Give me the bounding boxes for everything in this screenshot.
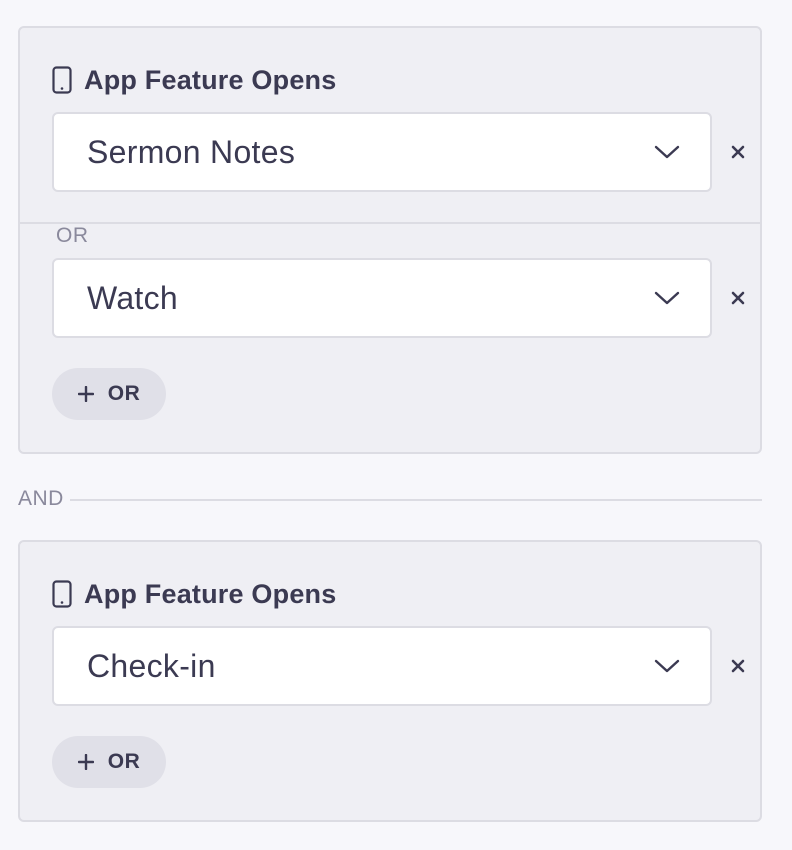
- add-or-label: OR: [107, 382, 141, 405]
- group-header: App Feature Opens: [52, 64, 336, 96]
- close-icon: [731, 291, 745, 305]
- close-icon: [731, 659, 745, 673]
- or-separator-label: OR: [54, 224, 91, 248]
- phone-icon: [52, 580, 72, 608]
- condition-row: Check-in: [52, 626, 772, 706]
- condition-group-2: App Feature Opens Check-in OR: [18, 540, 762, 822]
- phone-icon: [52, 66, 72, 94]
- condition-row: Watch: [52, 258, 772, 338]
- group-title: App Feature Opens: [84, 64, 337, 95]
- condition-row: Sermon Notes: [52, 112, 772, 192]
- add-or-button[interactable]: OR: [52, 736, 166, 788]
- group-header: App Feature Opens: [52, 578, 336, 610]
- feature-select[interactable]: Check-in: [52, 626, 712, 706]
- or-separator-line: [20, 222, 760, 224]
- condition-group-1: App Feature Opens Sermon Notes OR Watch …: [18, 26, 762, 454]
- or-separator: OR: [20, 214, 760, 248]
- feature-select[interactable]: Sermon Notes: [52, 112, 712, 192]
- chevron-down-icon: [654, 145, 680, 159]
- close-icon: [731, 145, 745, 159]
- add-or-label: OR: [107, 750, 141, 773]
- feature-select-value: Watch: [87, 279, 178, 316]
- plus-icon: [77, 386, 94, 402]
- remove-condition-button[interactable]: [726, 286, 750, 310]
- and-separator-line: [69, 499, 762, 501]
- feature-select[interactable]: Watch: [52, 258, 712, 338]
- and-separator-label: AND: [18, 487, 64, 510]
- chevron-down-icon: [654, 659, 680, 673]
- and-separator: AND: [18, 484, 762, 514]
- audience-rule-builder: App Feature Opens Sermon Notes OR Watch …: [0, 0, 792, 850]
- remove-condition-button[interactable]: [726, 140, 750, 164]
- chevron-down-icon: [654, 291, 680, 305]
- add-or-button[interactable]: OR: [52, 368, 166, 420]
- plus-icon: [77, 754, 94, 770]
- feature-select-value: Sermon Notes: [87, 133, 296, 170]
- remove-condition-button[interactable]: [726, 654, 750, 678]
- feature-select-value: Check-in: [87, 647, 216, 684]
- group-title: App Feature Opens: [84, 578, 337, 609]
